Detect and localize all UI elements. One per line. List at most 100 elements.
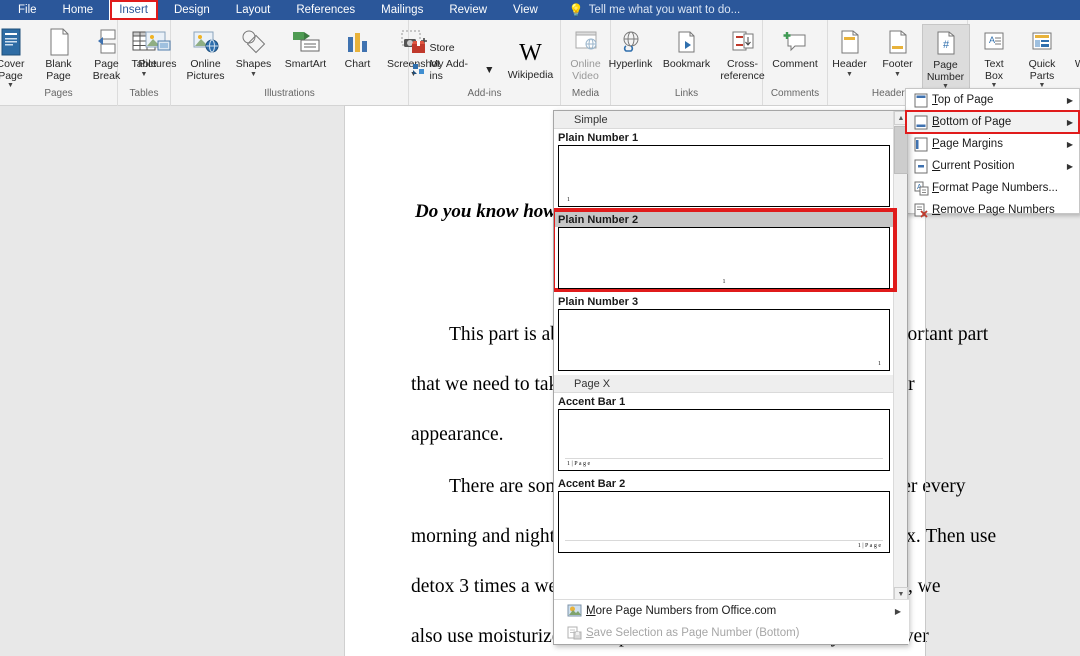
online-pictures-button[interactable]: Online Pictures <box>182 24 230 82</box>
page-margins-icon <box>910 135 932 153</box>
gallery-item-thumbnail[interactable]: 1 <box>558 145 890 207</box>
save-selection-icon <box>562 626 586 640</box>
gallery-item-name: Plain Number 3 <box>554 293 894 309</box>
wordart-button[interactable]: A WordArt ▼ <box>1066 24 1080 79</box>
blank-page-icon <box>48 26 70 58</box>
menu-item-current-position[interactable]: Current Position ▶ <box>906 155 1079 177</box>
gallery-item-plain-number-3[interactable]: Plain Number 3 1 <box>554 293 894 371</box>
cover-page-button[interactable]: Cover Page ▼ <box>0 24 35 90</box>
shapes-button[interactable]: Shapes ▼ <box>230 24 278 79</box>
tab-layout[interactable]: Layout <box>226 0 281 20</box>
menu-item-page-margins[interactable]: Page Margins ▶ <box>906 133 1079 155</box>
page-number-gallery[interactable]: Simple Plain Number 1 1 Plain Number 2 1… <box>553 110 908 645</box>
gallery-item-thumbnail[interactable]: 1 | P a g e <box>558 409 890 471</box>
tab-design[interactable]: Design <box>164 0 220 20</box>
online-pictures-icon <box>192 26 220 58</box>
smartart-button[interactable]: SmartArt <box>278 24 334 71</box>
page-number-button[interactable]: # Page Number ▼ <box>922 24 970 92</box>
cover-page-label: Cover Page <box>0 59 25 82</box>
tab-references[interactable]: References <box>286 0 365 20</box>
bookmark-icon <box>675 26 699 58</box>
gallery-item-thumbnail[interactable]: 1 <box>558 227 890 289</box>
bottom-of-page-icon <box>910 113 932 131</box>
store-button[interactable]: Store <box>407 37 499 59</box>
gallery-scroll-area[interactable]: Simple Plain Number 1 1 Plain Number 2 1… <box>554 111 909 601</box>
tab-review[interactable]: Review <box>439 0 497 20</box>
header-button[interactable]: Header ▼ <box>826 24 874 79</box>
my-addins-label: My Add-ins <box>430 58 481 82</box>
gallery-item-name: Plain Number 2 <box>554 211 894 227</box>
group-label-addins: Add-ins <box>411 88 558 102</box>
store-label: Store <box>430 42 455 54</box>
comment-button[interactable]: Comment <box>763 24 827 71</box>
my-addins-button[interactable]: My Add-ins ▼ <box>407 59 499 81</box>
submenu-arrow-icon: ▶ <box>1067 140 1079 149</box>
chevron-down-icon[interactable]: ▼ <box>250 71 257 79</box>
gallery-item-name: Plain Number 1 <box>554 129 894 145</box>
menu-label-page-margins: Page Margins <box>932 138 1067 150</box>
footer-button[interactable]: Footer ▼ <box>874 24 922 79</box>
gallery-category-page-x: Page X <box>554 375 894 393</box>
menu-item-bottom-of-page[interactable]: Bottom of Page ▶ <box>906 111 1079 133</box>
tab-home[interactable]: Home <box>53 0 104 20</box>
gallery-item-thumbnail[interactable]: 1 | P a g e <box>558 491 890 553</box>
page-number-label: Page Number <box>927 60 964 83</box>
group-label-illustrations: Illustrations <box>173 88 406 102</box>
gallery-scrollbar[interactable]: ▲ ▼ <box>893 111 907 601</box>
more-page-numbers-item[interactable]: More Page Numbers from Office.com ▶ <box>554 600 909 622</box>
bookmark-button[interactable]: Bookmark <box>659 24 715 71</box>
blank-page-label: Blank Page <box>45 59 71 82</box>
chevron-down-icon[interactable]: ▼ <box>484 64 494 76</box>
quick-parts-label: Quick Parts <box>1029 59 1056 82</box>
store-icon <box>411 40 426 57</box>
pictures-button[interactable]: Pictures <box>134 24 182 71</box>
svg-text:A: A <box>989 35 995 45</box>
shapes-icon <box>240 26 268 58</box>
gallery-item-accent-bar-2[interactable]: Accent Bar 2 1 | P a g e <box>554 475 894 553</box>
tell-me-placeholder: Tell me what you want to do... <box>589 4 741 16</box>
hyperlink-button[interactable]: Hyperlink <box>603 24 659 71</box>
chart-button[interactable]: Chart <box>334 24 382 71</box>
gallery-item-accent-bar-1[interactable]: Accent Bar 1 1 | P a g e <box>554 393 894 471</box>
text-box-button[interactable]: A Text Box ▼ <box>970 24 1018 90</box>
footer-icon <box>887 26 909 58</box>
tab-insert[interactable]: Insert <box>109 0 158 20</box>
menu-item-format-page-numbers[interactable]: A Format Page Numbers... <box>906 177 1079 199</box>
tell-me-box[interactable]: 💡 Tell me what you want to do... <box>569 3 740 17</box>
comment-icon <box>781 26 809 58</box>
scrollbar-thumb[interactable] <box>894 126 908 174</box>
page-break-icon <box>95 26 119 58</box>
tab-mailings[interactable]: Mailings <box>371 0 433 20</box>
current-position-icon <box>910 157 932 175</box>
gallery-item-plain-number-2[interactable]: Plain Number 2 1 <box>554 211 894 289</box>
footer-label: Footer <box>882 59 912 71</box>
thumbnail-number: 1 <box>723 279 726 285</box>
blank-page-button[interactable]: Blank Page <box>35 24 83 82</box>
top-of-page-icon <box>910 91 932 109</box>
menu-item-top-of-page[interactable]: Top of Page ▶ <box>906 89 1079 111</box>
gallery-item-name: Accent Bar 2 <box>554 475 894 491</box>
ribbon-group-illustrations: Pictures Online Pictures Shapes ▼ <box>171 20 409 106</box>
quick-parts-button[interactable]: Quick Parts ▼ <box>1018 24 1066 90</box>
chevron-down-icon[interactable]: ▼ <box>894 71 901 79</box>
submenu-arrow-icon: ▶ <box>1067 96 1079 105</box>
more-page-numbers-label: More Page Numbers from Office.com <box>586 605 895 617</box>
pictures-icon <box>144 26 172 58</box>
page-number-dropdown-menu[interactable]: Top of Page ▶ Bottom of Page ▶ Page Marg… <box>905 88 1080 214</box>
tab-view[interactable]: View <box>503 0 548 20</box>
ribbon-group-pages: Cover Page ▼ Blank Page Page Break Pages <box>0 20 118 106</box>
gallery-item-thumbnail[interactable]: 1 <box>558 309 890 371</box>
ribbon-tab-bar: File Home Insert Design Layout Reference… <box>0 0 1080 20</box>
accent-bar-line <box>565 540 883 541</box>
menu-item-remove-page-numbers[interactable]: Remove Page Numbers <box>906 199 1079 221</box>
lightbulb-icon: 💡 <box>569 3 584 17</box>
group-label-links: Links <box>613 88 760 102</box>
wikipedia-label: Wikipedia <box>508 70 554 82</box>
wikipedia-button[interactable]: W Wikipedia <box>499 31 563 82</box>
gallery-item-plain-number-1[interactable]: Plain Number 1 1 <box>554 129 894 207</box>
chevron-down-icon[interactable]: ▼ <box>846 71 853 79</box>
hyperlink-icon <box>618 26 644 58</box>
tab-file[interactable]: File <box>8 0 47 20</box>
chart-label: Chart <box>345 59 371 71</box>
thumbnail-number: 1 | P a g e <box>858 543 881 549</box>
